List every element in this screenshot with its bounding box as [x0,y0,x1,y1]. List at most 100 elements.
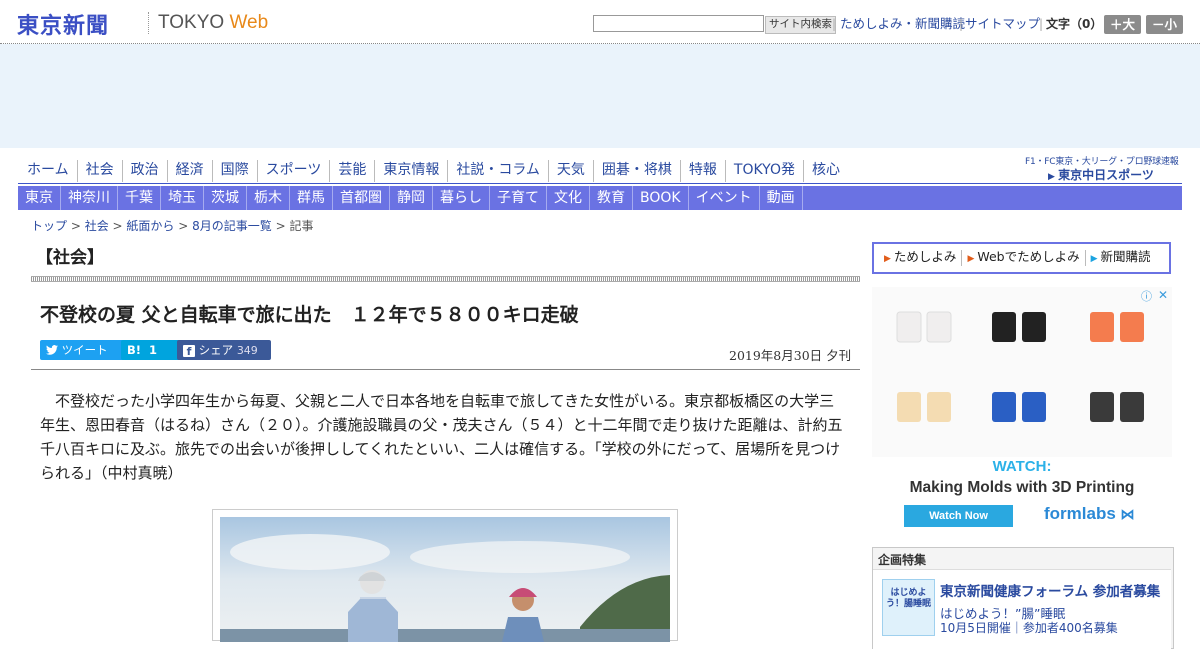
regional-nav-item[interactable]: 神奈川 [61,186,118,210]
section-divider [31,276,860,282]
nav-item[interactable]: 囲碁・将棋 [592,160,680,182]
regional-nav-item[interactable]: 教育 [590,186,633,210]
regional-nav-item[interactable]: 埼玉 [161,186,204,210]
nav-item[interactable]: 天気 [547,160,593,182]
triangle-icon: ▶ [1090,254,1098,264]
triangle-icon: ▶ [967,254,975,264]
nav-item[interactable]: 経済 [166,160,212,182]
ad-brand-name: formlabs [1044,504,1116,523]
primary-nav: ホーム 社会 政治 経済 国際 スポーツ 芸能 東京情報 社説・コラム 天気 囲… [19,160,848,182]
sports-logo-text: 東京中日スポーツ [1058,168,1154,182]
facebook-f-icon: f [183,345,195,358]
breadcrumb-separator: > [108,219,127,233]
breadcrumb-link[interactable]: トップ [31,219,67,233]
feature-thumb-text: はじめよう！腸睡眠 [885,588,931,609]
subscribe-box: ▶ ためしよみ ▶ Webでためしよみ ▶ 新聞購読 [872,242,1171,274]
feature-thumbnail[interactable]: はじめよう！腸睡眠 [882,579,935,636]
section-title: 【社会】 [36,248,104,268]
trial-label: ためしよみ [893,249,957,264]
regional-nav-item[interactable]: 暮らし [433,186,490,210]
triangle-icon: ▶ [884,254,891,264]
hatena-bookmark-button[interactable]: B! 1 [121,340,183,360]
regional-nav-item[interactable]: イベント [689,186,760,210]
tweet-label: ツイート [61,343,108,357]
regional-nav-item[interactable]: BOOK [633,186,689,210]
breadcrumb-link[interactable]: 紙面から [126,219,174,233]
regional-nav-item[interactable]: 東京 [18,186,61,210]
logo-divider [148,12,150,34]
article-photo[interactable] [220,517,670,642]
top-ad-banner[interactable] [0,44,1200,148]
font-smaller-button[interactable]: －小 [1146,15,1183,34]
breadcrumb: トップ > 社会 > 紙面から > 8月の記事一覧 > 記事 [31,217,313,234]
nav-item[interactable]: 特報 [679,160,725,182]
nav-item[interactable]: 芸能 [329,160,374,182]
article-headline: 不登校の夏 父と自転車で旅に出た １２年で５８００キロ走破 [40,304,579,326]
sitemap-link[interactable]: サイトマップ [965,16,1040,32]
hatena-b-icon: B! [127,343,142,357]
breadcrumb-separator: > [67,219,85,233]
meta-divider [31,369,860,370]
tokyo-web-logo[interactable]: TOKYO Web [158,12,268,34]
sidebar-ad[interactable] [872,287,1172,537]
subscribe-link[interactable]: ▶ 新聞購読 [1084,249,1156,266]
regional-nav-item[interactable]: 静岡 [390,186,433,210]
web-trial-label: Webでためしよみ [977,249,1080,264]
header-separator: | [832,17,837,31]
subscribe-label: 新聞購読 [1100,249,1151,264]
regional-nav-item[interactable]: 首都圏 [333,186,390,210]
facebook-share-button[interactable]: f シェア 349 [177,340,271,360]
ad-watch-label: WATCH: [992,458,1052,475]
article-photo-image [220,517,670,642]
nav-item[interactable]: 国際 [211,160,257,182]
nav-item[interactable]: 社会 [76,160,122,182]
nav-divider [18,183,1182,184]
twitter-bird-icon [46,340,58,360]
ad-info-icon[interactable]: ⓘ [1141,288,1152,304]
tweet-button[interactable]: ツイート [40,340,127,360]
trial-link[interactable]: ▶ ためしよみ [879,250,961,266]
nav-item[interactable]: 政治 [121,160,167,182]
nav-item[interactable]: 東京情報 [374,160,447,182]
header-separator: | [1039,17,1044,31]
breadcrumb-separator: > [174,219,193,233]
breadcrumb-link[interactable]: 8月の記事一覧 [192,219,272,233]
share-label: シェア [198,343,234,357]
sports-arrow-icon: ▶ [1048,172,1059,182]
ad-title: Making Molds with 3D Printing [909,479,1135,496]
nav-item[interactable]: TOKYO発 [724,160,803,182]
chunichi-sports-logo[interactable]: ▶ 東京中日スポーツ [1048,166,1154,183]
site-logo[interactable]: 東京新聞 [17,8,109,40]
nav-item[interactable]: スポーツ [256,160,330,182]
share-count: 349 [236,344,258,357]
ad-close-icon[interactable]: ✕ [1158,288,1168,302]
regional-nav-item[interactable]: 子育て [490,186,547,210]
breadcrumb-current: 記事 [289,219,314,233]
regional-nav-item[interactable]: 茨城 [204,186,247,210]
feature-title-link[interactable]: 東京新聞健康フォーラム 参加者募集 [940,580,1160,600]
site-search-input[interactable] [593,15,764,32]
regional-nav-item[interactable]: 動画 [760,186,803,210]
site-search-button[interactable]: サイト内検索 [765,16,836,34]
regional-nav: 東京 神奈川 千葉 埼玉 茨城 栃木 群馬 首都圏 静岡 暮らし 子育て 文化 … [18,186,1182,210]
hatena-count: 1 [149,343,158,357]
regional-nav-item[interactable]: 文化 [547,186,590,210]
breadcrumb-link[interactable]: 社会 [85,219,109,233]
trial-subscribe-link[interactable]: ためしよみ・新聞購読 [840,16,965,32]
logo-en-part1: TOKYO [158,12,225,33]
font-bigger-button[interactable]: ＋大 [1104,15,1141,34]
ad-watch-now-button[interactable]: Watch Now [904,505,1013,527]
article-date: 2019年8月30日 夕刊 [729,348,852,363]
regional-nav-item[interactable]: 栃木 [247,186,290,210]
nav-item[interactable]: 社説・コラム [447,160,548,182]
nav-item[interactable]: 核心 [802,160,848,182]
ad-product-image [872,287,1172,457]
feature-detail[interactable]: 10月5日開催｜参加者400名募集 [940,619,1118,636]
font-size-label: 文字（0） [1046,17,1103,31]
regional-nav-item[interactable]: 千葉 [118,186,161,210]
ad-brand-logo[interactable]: formlabs ⋈ [1044,504,1135,524]
web-trial-link[interactable]: ▶ Webでためしよみ [961,250,1084,266]
nav-item[interactable]: ホーム [19,160,77,182]
regional-nav-item[interactable]: 群馬 [290,186,333,210]
article-lead: 不登校だった小学四年生から毎夏、父親と二人で日本各地を自転車で旅してきた女性がい… [40,392,843,482]
